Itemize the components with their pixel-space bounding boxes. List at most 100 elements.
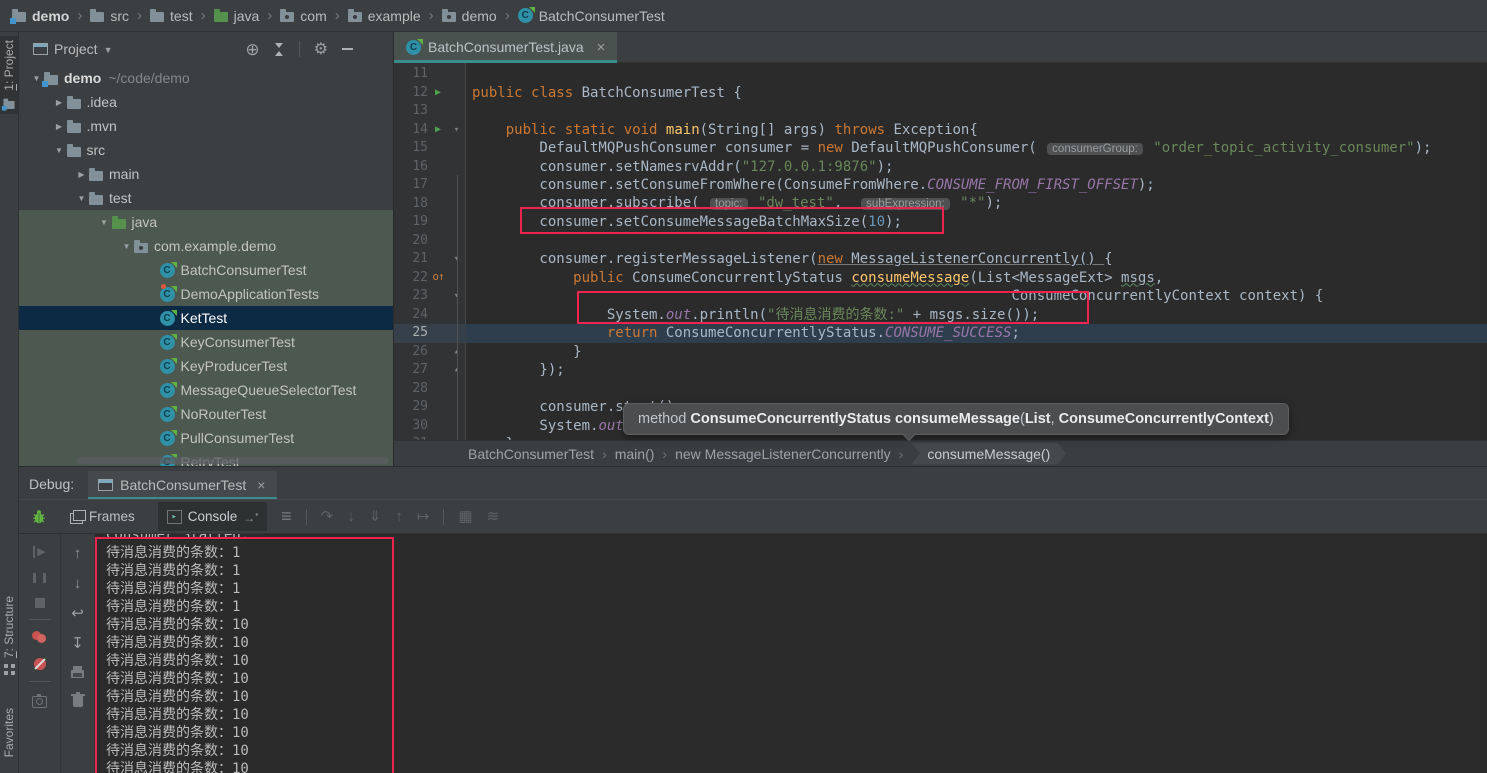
fold-marker-icon[interactable]: ▾ [448,121,465,140]
breadcrumb-label: java [234,8,260,24]
editor-breadcrumb-2[interactable]: main() [615,446,655,462]
expand-arrow-icon[interactable]: ▼ [119,242,134,251]
settings-gear-icon[interactable]: ⚙ [314,42,328,57]
tree-item-BatchConsumerTest[interactable]: CBatchConsumerTest [19,258,393,282]
expand-arrow-icon[interactable]: ▶ [74,170,89,179]
tree-item-test[interactable]: ▼test [19,186,393,210]
expand-arrow-icon[interactable]: ▶ [52,98,67,107]
tree-item-.mvn[interactable]: ▶.mvn [19,114,393,138]
breadcrumb-separator: › [429,7,434,24]
code-line-20: 20 [394,232,1487,251]
run-test-icon[interactable]: ▶ [435,124,441,135]
class-icon: C [406,40,421,55]
pause-icon[interactable] [33,573,46,583]
project-folder-icon [3,101,14,109]
tree-item-DemoApplicationTests[interactable]: CDemoApplicationTests [19,282,393,306]
overriding-method-icon[interactable]: o↑ [432,270,443,283]
editor-breadcrumb-3[interactable]: new MessageListenerConcurrently [675,446,891,462]
breadcrumb-label: src [110,8,129,24]
step-over-icon[interactable]: ↷ [321,509,334,524]
force-step-into-icon[interactable]: ⇓ [369,509,382,524]
breadcrumb-item-example[interactable]: example [346,8,423,24]
print-icon[interactable] [71,670,84,678]
sidebar-tab-project[interactable]: 1: Project [0,36,18,114]
line-number: 15 [394,139,428,158]
console-line: 待消息消费的条数：10 [106,760,1487,773]
tree-item-MessageQueueSelectorTest[interactable]: CMessageQueueSelectorTest [19,378,393,402]
expand-arrow-icon[interactable]: ▼ [74,194,89,203]
scroll-to-end-icon[interactable]: ↧ [71,636,84,651]
tree-item-KeyConsumerTest[interactable]: CKeyConsumerTest [19,330,393,354]
evaluate-expression-icon[interactable]: ▦ [458,509,472,524]
console-line: 待消息消费的条数：1 [106,562,1487,580]
tree-item-java[interactable]: ▼java [19,210,393,234]
code-text: public static void main(String[] args) t… [465,121,978,140]
sidebar-tab-structure[interactable]: 7: Structure [0,592,18,679]
expand-arrow-icon[interactable]: ▶ [52,122,67,131]
screenshot-icon[interactable] [32,696,47,708]
code-text: System.out.println("待消息消费的条数:" + msgs.si… [465,306,1039,325]
breadcrumb-item-demo[interactable]: demo [440,8,499,24]
breadcrumb-item-src[interactable]: src [88,8,131,24]
editor-breadcrumb-4[interactable]: consumeMessage() [911,443,1066,465]
tree-item-demo[interactable]: ▼demo~/code/demo [19,66,393,90]
breadcrumb-label: com [300,8,326,24]
code-line-28: 28 [394,380,1487,399]
pin-icon[interactable]: →▪ [243,507,258,526]
code-line-22: 22o↑ public ConsumeConcurrentlyStatus co… [394,269,1487,288]
breadcrumb-item-BatchConsumerTest[interactable]: CBatchConsumerTest [516,8,667,24]
chevron-down-icon[interactable]: ▼ [104,45,113,55]
breadcrumb-item-test[interactable]: test [148,8,195,24]
tree-item-src[interactable]: ▼src [19,138,393,162]
breadcrumb-item-java[interactable]: java [212,8,262,24]
class-icon: C [160,311,175,326]
restore-layout-icon[interactable]: ≋ [487,509,500,524]
step-into-icon[interactable]: ↓ [347,509,355,524]
tree-item-NoRouterTest[interactable]: CNoRouterTest [19,402,393,426]
locate-file-icon[interactable]: ⊕ [245,42,259,57]
code-text: public class BatchConsumerTest { [465,84,742,103]
console-output[interactable]: Consumer Started.待消息消费的条数：1待消息消费的条数：1待消息… [95,534,1487,773]
up-arrow-icon[interactable]: ↑ [74,546,82,561]
hide-panel-icon[interactable] [342,48,353,50]
close-icon[interactable]: × [597,39,606,56]
code-line-15: 15 DefaultMQPushConsumer consumer = new … [394,139,1487,158]
step-out-icon[interactable]: ↑ [395,509,403,524]
tree-item-KetTest[interactable]: CKetTest [19,306,393,330]
breadcrumb-item-com[interactable]: com [278,8,328,24]
resume-icon[interactable]: ▶ [33,546,45,558]
sidebar-tab-favorites[interactable]: Favorites [0,704,18,761]
soft-wrap-icon[interactable]: ↩ [71,606,84,621]
expand-arrow-icon[interactable]: ▼ [52,146,67,155]
breadcrumb-item-demo[interactable]: demo [10,8,71,24]
tree-item-KeyProducerTest[interactable]: CKeyProducerTest [19,354,393,378]
editor-tab-batchconsumertest[interactable]: C BatchConsumerTest.java × [394,32,617,62]
stop-icon[interactable] [35,598,45,608]
tree-item-main[interactable]: ▶main [19,162,393,186]
tab-console[interactable]: ▸ Console →▪ [158,502,267,531]
expand-arrow-icon[interactable]: ▼ [97,218,112,227]
class-icon: C [160,383,175,398]
clear-console-icon[interactable] [73,696,83,707]
debug-session-tab[interactable]: BatchConsumerTest × [88,471,277,499]
mute-breakpoints-icon[interactable] [34,658,46,670]
run-test-icon[interactable]: ▶ [435,87,441,98]
line-number: 29 [394,398,428,417]
tree-item-PullConsumerTest[interactable]: CPullConsumerTest [19,426,393,450]
view-breakpoints-icon[interactable] [32,631,47,643]
line-number: 25 [394,324,428,343]
down-arrow-icon[interactable]: ↓ [74,576,82,591]
tree-item-label: BatchConsumerTest [181,262,307,278]
run-to-cursor-icon[interactable]: ↦ [417,509,430,524]
tab-frames[interactable]: Frames [61,504,144,529]
layout-menu-icon[interactable]: ≡ [281,509,292,524]
tree-item-com.example.demo[interactable]: ▼com.example.demo [19,234,393,258]
close-icon[interactable]: × [257,477,265,493]
editor-breadcrumb-1[interactable]: BatchConsumerTest [468,446,594,462]
horizontal-scrollbar[interactable] [77,457,389,464]
collapse-all-icon[interactable] [274,43,285,56]
code-area[interactable]: 1112▶public class BatchConsumerTest {131… [394,63,1487,441]
line-number: 30 [394,417,428,436]
tab-frames-label: Frames [89,509,135,524]
tree-item-.idea[interactable]: ▶.idea [19,90,393,114]
